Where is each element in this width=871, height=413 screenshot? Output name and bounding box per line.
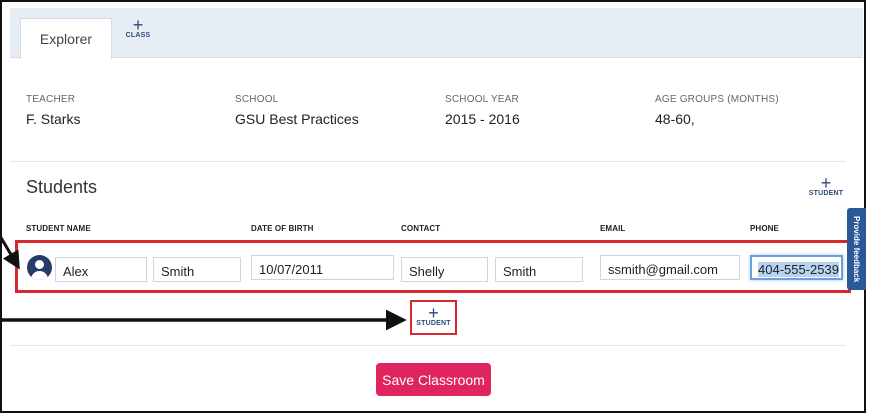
col-phone: PHONE [750,224,779,233]
school-year-label: SCHOOL YEAR [445,94,519,105]
tab-bar: Explorer + CLASS [10,8,863,59]
school-year-value: 2015 - 2016 [445,111,520,127]
window-frame: Explorer + CLASS [0,0,866,413]
contact-last-name-field[interactable]: Smith [495,257,583,282]
tab-explorer-label: Explorer [39,31,93,47]
tab-explorer[interactable]: Explorer [20,18,112,59]
col-contact: CONTACT [401,224,441,233]
divider [10,345,846,346]
avatar-icon [27,255,52,280]
school-value: GSU Best Practices [235,111,359,127]
teacher-label: TEACHER [26,94,76,105]
add-class-button[interactable]: + CLASS [116,15,160,39]
add-class-label: CLASS [125,32,151,39]
divider [10,161,846,162]
plus-icon: + [428,303,439,323]
age-groups-value: 48-60, [655,111,695,127]
add-student-button-top[interactable]: + STUDENT [806,173,846,197]
plus-icon: + [820,173,832,193]
add-student-label: STUDENT [808,190,844,197]
col-date-of-birth: DATE OF BIRTH [251,224,314,233]
plus-icon: + [132,15,144,35]
provide-feedback-tab[interactable]: Provide feedback [847,208,866,290]
student-first-name-field[interactable]: Alex [55,257,147,282]
date-of-birth-field[interactable]: 10/07/2011 [251,255,394,280]
contact-first-name-field[interactable]: Shelly [401,257,488,282]
col-email: EMAIL [600,224,626,233]
add-student-label: STUDENT [416,320,451,327]
col-student-name: STUDENT NAME [26,224,91,233]
school-label: SCHOOL [235,94,279,105]
age-groups-label: AGE GROUPS (MONTHS) [655,94,779,105]
phone-field[interactable]: 404-555-2539 [750,255,843,280]
students-heading: Students [26,177,98,197]
student-last-name-field[interactable]: Smith [153,257,241,282]
save-classroom-button[interactable]: Save Classroom [376,363,491,396]
feedback-label: Provide feedback [852,215,861,283]
email-field[interactable]: ssmith@gmail.com [600,255,740,280]
teacher-value: F. Starks [26,111,81,127]
add-student-button[interactable]: + STUDENT [410,300,457,335]
phone-field-value: 404-555-2539 [758,262,839,277]
